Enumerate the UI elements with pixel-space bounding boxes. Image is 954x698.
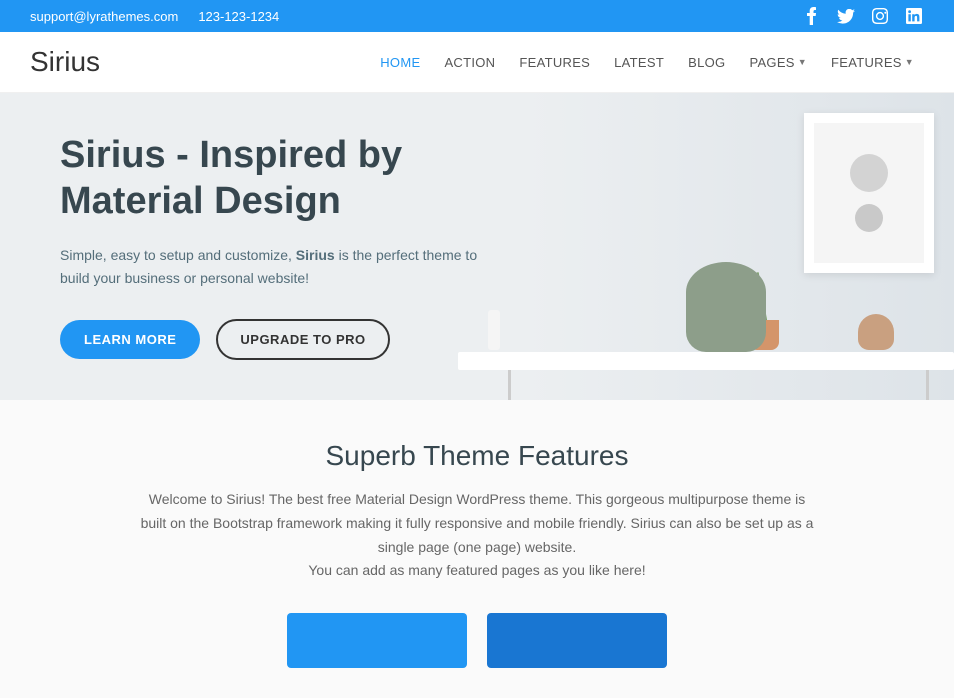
nav-latest[interactable]: LATEST	[604, 49, 674, 76]
linkedin-icon[interactable]	[904, 6, 924, 26]
feature-card-2	[487, 613, 667, 668]
nav-action[interactable]: ACTION	[434, 49, 505, 76]
top-bar-contact: support@lyrathemes.com 123-123-1234	[30, 9, 279, 24]
hero-title: Sirius - Inspired by Material Design	[60, 133, 540, 224]
upgrade-pro-button[interactable]: UPGRADE TO PRO	[216, 319, 389, 360]
nav-features[interactable]: FEATURES	[509, 49, 600, 76]
feature-cards-row	[30, 613, 924, 668]
social-links	[802, 6, 924, 26]
frame-circle-large	[850, 154, 888, 192]
phone-text: 123-123-1234	[198, 9, 279, 24]
desk-leg-right	[926, 370, 929, 400]
twitter-icon[interactable]	[836, 6, 856, 26]
features-dropdown-arrow: ▼	[905, 57, 914, 67]
nav-pages[interactable]: PAGES ▼	[739, 49, 817, 76]
instagram-icon[interactable]	[870, 6, 890, 26]
features-section: Superb Theme Features Welcome to Sirius!…	[0, 400, 954, 698]
site-logo: Sirius	[30, 46, 100, 78]
nav-features-2[interactable]: FEATURES ▼	[821, 49, 924, 76]
chair	[676, 232, 776, 352]
top-bar: support@lyrathemes.com 123-123-1234	[0, 0, 954, 32]
features-description: Welcome to Sirius! The best free Materia…	[137, 488, 817, 583]
small-vase	[858, 314, 894, 350]
hero-content: Sirius - Inspired by Material Design Sim…	[60, 133, 540, 360]
email-text: support@lyrathemes.com	[30, 9, 178, 24]
pages-dropdown-arrow: ▼	[798, 57, 807, 67]
nav-home[interactable]: HOME	[370, 49, 430, 76]
main-nav: HOME ACTION FEATURES LATEST BLOG PAGES ▼…	[370, 49, 924, 76]
features-title: Superb Theme Features	[30, 440, 924, 472]
learn-more-button[interactable]: LEARN MORE	[60, 320, 200, 359]
hero-section: Sirius - Inspired by Material Design Sim…	[0, 93, 954, 400]
chair-seat	[686, 262, 766, 352]
feature-card-1	[287, 613, 467, 668]
hero-subtitle: Simple, easy to setup and customize, Sir…	[60, 244, 480, 289]
decorative-frame	[804, 113, 934, 273]
hero-buttons: LEARN MORE UPGRADE TO PRO	[60, 319, 540, 360]
frame-circle-small	[855, 204, 883, 232]
desk-leg-left	[508, 370, 511, 400]
nav-blog[interactable]: BLOG	[678, 49, 735, 76]
facebook-icon[interactable]	[802, 6, 822, 26]
header: Sirius HOME ACTION FEATURES LATEST BLOG …	[0, 32, 954, 93]
